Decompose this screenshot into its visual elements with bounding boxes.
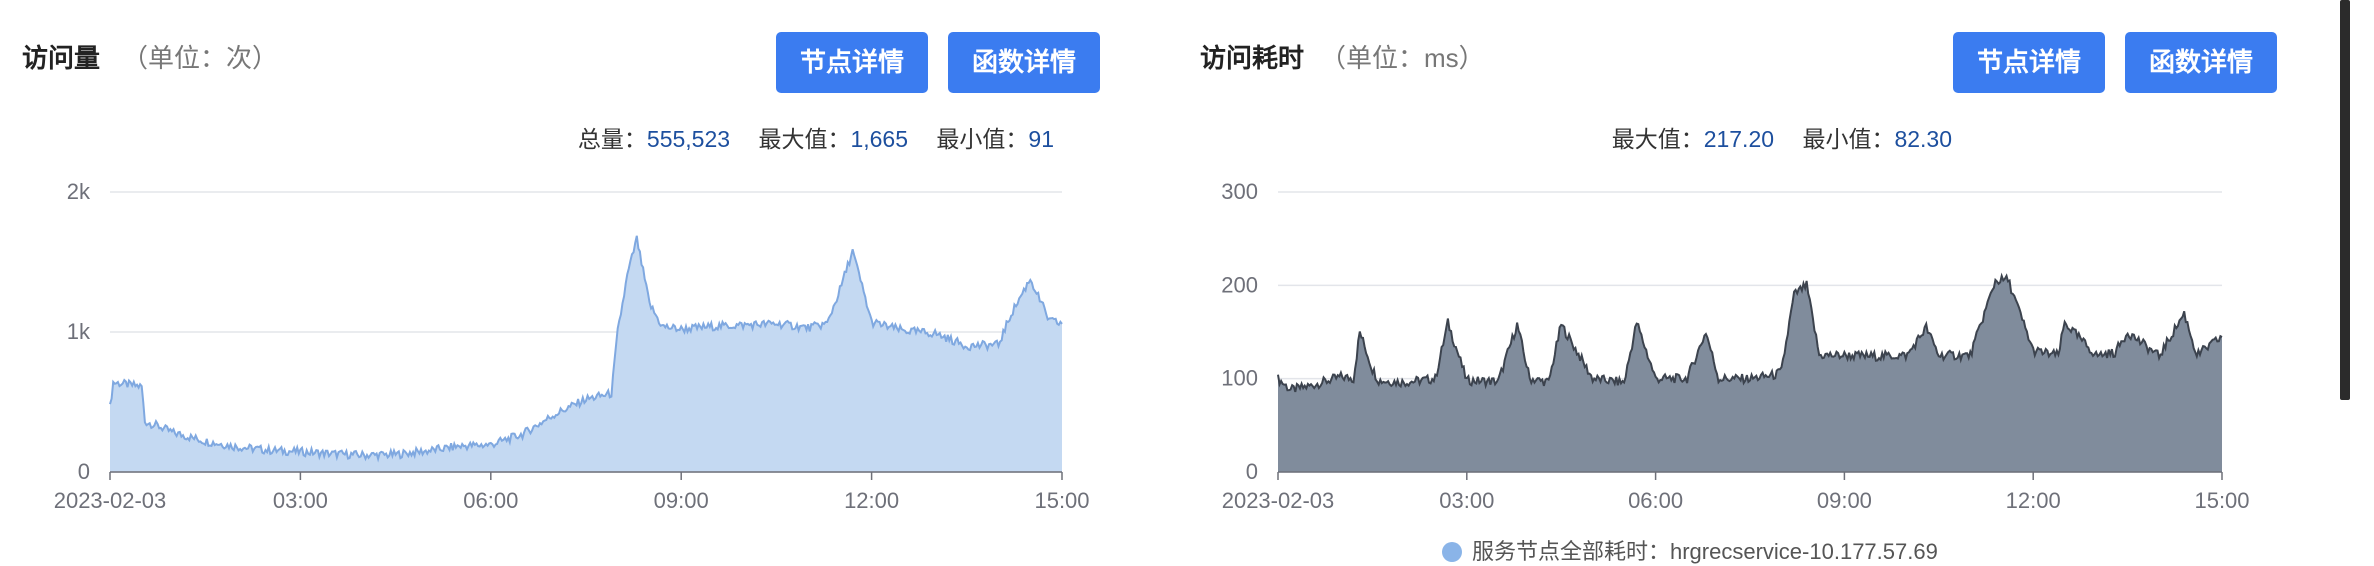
min-label: 最小值： xyxy=(936,126,1029,152)
latency-node-details-button[interactable]: 节点详情 xyxy=(1953,32,2105,93)
max-label: 最大值： xyxy=(1611,126,1704,152)
x-tick-label: 09:00 xyxy=(654,488,709,513)
latency-legend[interactable]: 服务节点全部耗时：hrgrecservice-10.177.57.69 xyxy=(1442,534,1938,566)
y-tick-label: 300 xyxy=(1221,179,1258,204)
visits-title: 访问量 xyxy=(22,43,101,73)
x-tick-label: 15:00 xyxy=(2194,488,2249,513)
latency-panel: 访问耗时 （单位：ms） 节点详情 函数详情 最大值：217.20 最小值：82… xyxy=(1180,0,2310,564)
visits-unit: （单位：次） xyxy=(122,43,279,73)
min-value: 82.30 xyxy=(1894,126,1952,152)
max-label: 最大值： xyxy=(758,126,851,152)
latency-function-details-button[interactable]: 函数详情 xyxy=(2125,32,2277,93)
visits-function-details-button[interactable]: 函数详情 xyxy=(948,32,1100,93)
x-tick-label: 15:00 xyxy=(1034,488,1089,513)
y-tick-label: 1k xyxy=(67,319,91,344)
x-tick-label: 03:00 xyxy=(1439,488,1494,513)
legend-marker-icon xyxy=(1442,542,1462,562)
x-tick-label: 2023-02-03 xyxy=(1222,488,1335,513)
visits-panel: 访问量 （单位：次） 节点详情 函数详情 总量：555,523 最大值：1,66… xyxy=(0,0,1180,562)
max-value: 1,665 xyxy=(850,126,909,152)
total-value: 555,523 xyxy=(646,126,731,152)
total-label: 总量： xyxy=(577,126,647,152)
max-value: 217.20 xyxy=(1703,126,1775,152)
latency-title: 访问耗时 xyxy=(1200,43,1305,73)
visits-stats: 总量：555,523 最大值：1,665 最小值：91 xyxy=(578,120,1054,154)
x-tick-label: 12:00 xyxy=(844,488,899,513)
series-area xyxy=(110,235,1062,472)
x-tick-label: 03:00 xyxy=(273,488,328,513)
latency-stats: 最大值：217.20 最小值：82.30 xyxy=(1612,120,1952,154)
y-tick-label: 100 xyxy=(1221,366,1258,391)
min-value: 91 xyxy=(1028,126,1054,152)
visits-node-details-button[interactable]: 节点详情 xyxy=(776,32,928,93)
latency-chart[interactable]: 0 100 200 300 2023-02-03 03:00 06:00 09:00 12:00… xyxy=(1180,170,2310,562)
x-tick-label: 2023-02-03 xyxy=(54,488,167,513)
legend-label: 服务节点全部耗时：hrgrecservice-10.177.57.69 xyxy=(1472,539,1938,564)
latency-unit: （单位：ms） xyxy=(1320,43,1485,73)
y-tick-label: 2k xyxy=(67,179,91,204)
x-tick-label: 09:00 xyxy=(1817,488,1872,513)
series-area xyxy=(1278,275,2222,472)
y-tick-label: 0 xyxy=(78,459,90,484)
scrollbar[interactable] xyxy=(2340,0,2350,400)
x-tick-label: 06:00 xyxy=(463,488,518,513)
y-tick-label: 200 xyxy=(1221,272,1258,297)
y-tick-label: 0 xyxy=(1246,459,1258,484)
visits-chart[interactable]: 0 1k 2k 2023-02-03 03:00 06:00 09:00 12:00 15:00 xyxy=(0,170,1180,562)
min-label: 最小值： xyxy=(1802,126,1895,152)
x-tick-label: 12:00 xyxy=(2006,488,2061,513)
x-tick-label: 06:00 xyxy=(1628,488,1683,513)
